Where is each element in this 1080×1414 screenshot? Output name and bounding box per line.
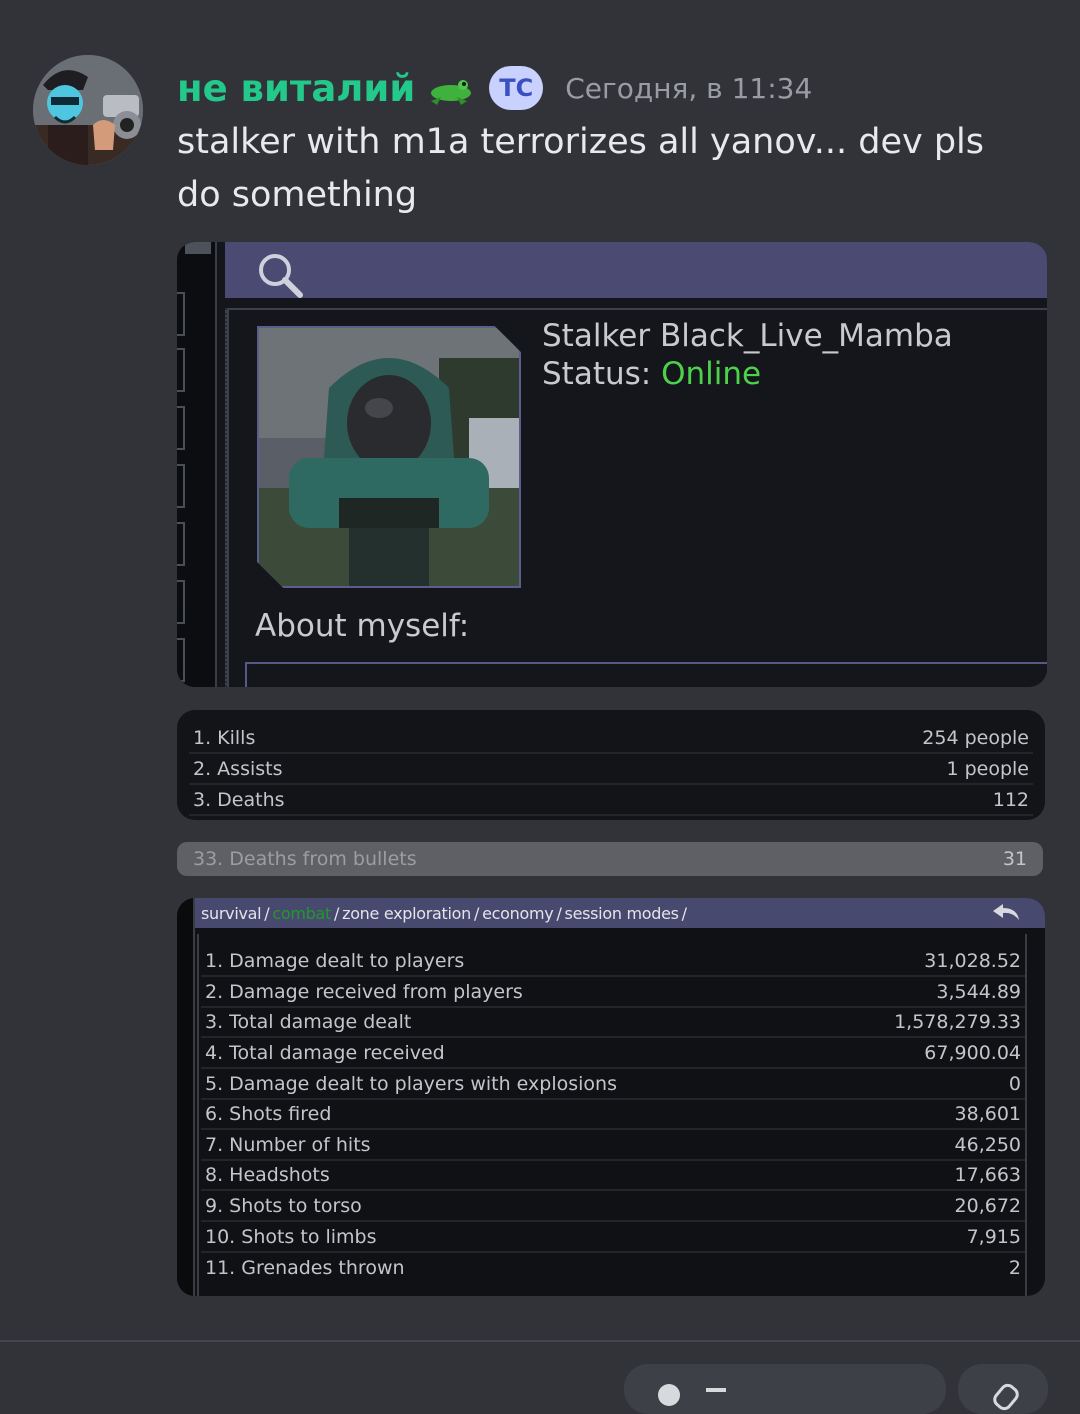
stat-value: 20,672 bbox=[954, 1195, 1021, 1217]
stat-label: 11. Grenades thrown bbox=[205, 1257, 405, 1279]
side-rail bbox=[177, 242, 217, 687]
list-icon bbox=[706, 1388, 726, 1392]
rail-tick bbox=[177, 522, 185, 566]
paperclip-icon bbox=[989, 1380, 1023, 1414]
rail-tick bbox=[177, 580, 185, 624]
stat-value: 254 people bbox=[922, 727, 1029, 749]
about-label: About myself: bbox=[255, 608, 470, 644]
rail-tick bbox=[177, 464, 185, 508]
stat-value: 31,028.52 bbox=[924, 950, 1021, 972]
table-row: 5. Damage dealt to players with explosio… bbox=[201, 1070, 1025, 1100]
tab-economy[interactable]: economy bbox=[482, 904, 554, 923]
rail-tick bbox=[177, 292, 185, 336]
stat-label: 9. Shots to torso bbox=[205, 1195, 362, 1217]
rail-scroll-bar bbox=[185, 242, 211, 254]
stat-value: 17,663 bbox=[954, 1164, 1021, 1186]
combat-stats-screenshot[interactable]: survival / combat / zone exploration / econ… bbox=[177, 898, 1045, 1296]
table-row: 3. Total damage dealt 1,578,279.33 bbox=[201, 1008, 1025, 1038]
table-row: 33. Deaths from bullets 31 bbox=[189, 844, 1031, 874]
stat-value: 2 bbox=[1008, 1257, 1021, 1279]
table-row: 3. Deaths 112 bbox=[189, 786, 1033, 816]
stalker-portrait bbox=[257, 326, 521, 588]
nav-separator: / bbox=[681, 903, 687, 923]
nav-separator: / bbox=[264, 903, 270, 923]
nav-separator: / bbox=[474, 903, 480, 923]
frog-emoji-icon bbox=[427, 75, 475, 111]
status-label: Status: bbox=[542, 356, 652, 392]
stats-screenshot[interactable]: 1. Kills 254 people 2. Assists 1 people … bbox=[177, 710, 1045, 820]
stat-label: 2. Assists bbox=[193, 758, 283, 780]
message-text: stalker with m1a terrorizes all yanov...… bbox=[177, 122, 984, 215]
table-row: 8. Headshots 17,663 bbox=[201, 1161, 1025, 1191]
table-row: 11. Grenades thrown 2 bbox=[201, 1253, 1025, 1283]
nav-separator: / bbox=[556, 903, 562, 923]
stalker-name: Stalker Black_Live_Mamba bbox=[542, 318, 953, 354]
stat-label: 1. Kills bbox=[193, 727, 256, 749]
username[interactable]: не виталий bbox=[177, 67, 415, 110]
stat-label: 6. Shots fired bbox=[205, 1103, 332, 1125]
rail-tick bbox=[177, 406, 185, 450]
search-icon bbox=[255, 250, 305, 304]
table-row: 6. Shots fired 38,601 bbox=[201, 1100, 1025, 1130]
stalker-status: Status: Online bbox=[542, 356, 761, 392]
timestamp: Сегодня, в 11:34 bbox=[565, 71, 813, 105]
message-header: не виталий TC Сегодня, в 11:34 bbox=[177, 60, 812, 116]
rail-tick bbox=[177, 638, 185, 682]
user-icon bbox=[658, 1384, 680, 1406]
profile-screenshot[interactable]: Stalker Black_Live_Mamba Status: Online … bbox=[177, 242, 1047, 687]
stat-label: 5. Damage dealt to players with explosio… bbox=[205, 1073, 617, 1095]
composer-pill[interactable] bbox=[624, 1364, 946, 1414]
bullets-screenshot[interactable]: 33. Deaths from bullets 31 bbox=[177, 842, 1043, 876]
about-box bbox=[245, 662, 1047, 687]
stat-value: 31 bbox=[1002, 848, 1027, 870]
status-value: Online bbox=[661, 356, 762, 392]
tab-survival[interactable]: survival bbox=[201, 904, 262, 923]
stat-value: 1 people bbox=[946, 758, 1029, 780]
tab-session-modes[interactable]: session modes bbox=[565, 904, 679, 923]
table-row: 10. Shots to limbs 7,915 bbox=[201, 1223, 1025, 1253]
user-tag-badge[interactable]: TC bbox=[489, 66, 544, 110]
rail-tick bbox=[177, 348, 185, 392]
stat-label: 33. Deaths from bullets bbox=[193, 848, 417, 870]
stat-value: 7,915 bbox=[966, 1226, 1021, 1248]
table-row: 7. Number of hits 46,250 bbox=[201, 1131, 1025, 1161]
stat-value: 112 bbox=[992, 789, 1029, 811]
divider bbox=[225, 308, 1047, 310]
nav-separator: / bbox=[334, 903, 340, 923]
side-rail bbox=[177, 898, 195, 1296]
stat-value: 1,578,279.33 bbox=[894, 1011, 1021, 1033]
bottom-divider bbox=[0, 1340, 1080, 1342]
table-row: 2. Assists 1 people bbox=[189, 755, 1033, 785]
tab-zone-exploration[interactable]: zone exploration bbox=[342, 904, 471, 923]
stat-value: 46,250 bbox=[954, 1134, 1021, 1156]
stat-label: 7. Number of hits bbox=[205, 1134, 371, 1156]
table-row: 9. Shots to torso 20,672 bbox=[201, 1192, 1025, 1222]
stat-label: 1. Damage dealt to players bbox=[205, 950, 465, 972]
stat-label: 10. Shots to limbs bbox=[205, 1226, 377, 1248]
user-avatar[interactable] bbox=[33, 55, 143, 165]
profile-top-bar bbox=[225, 242, 1047, 298]
stat-label: 8. Headshots bbox=[205, 1164, 330, 1186]
stat-label: 2. Damage received from players bbox=[205, 981, 523, 1003]
stat-label: 3. Total damage dealt bbox=[205, 1011, 412, 1033]
stat-value: 67,900.04 bbox=[924, 1042, 1021, 1064]
table-row: 1. Damage dealt to players 31,028.52 bbox=[201, 947, 1025, 977]
table-row: 4. Total damage received 67,900.04 bbox=[201, 1039, 1025, 1069]
stat-label: 4. Total damage received bbox=[205, 1042, 445, 1064]
table-row: 2. Damage received from players 3,544.89 bbox=[201, 978, 1025, 1008]
stat-value: 38,601 bbox=[954, 1103, 1021, 1125]
stat-value: 0 bbox=[1008, 1073, 1021, 1095]
stat-value: 3,544.89 bbox=[936, 981, 1021, 1003]
stats-nav: survival / combat / zone exploration / econ… bbox=[195, 898, 1045, 928]
tab-combat[interactable]: combat bbox=[272, 904, 331, 923]
attach-button[interactable] bbox=[958, 1364, 1048, 1414]
table-row: 1. Kills 254 people bbox=[189, 724, 1033, 754]
back-arrow-icon[interactable] bbox=[991, 900, 1021, 928]
divider bbox=[225, 308, 229, 687]
stat-label: 3. Deaths bbox=[193, 789, 285, 811]
